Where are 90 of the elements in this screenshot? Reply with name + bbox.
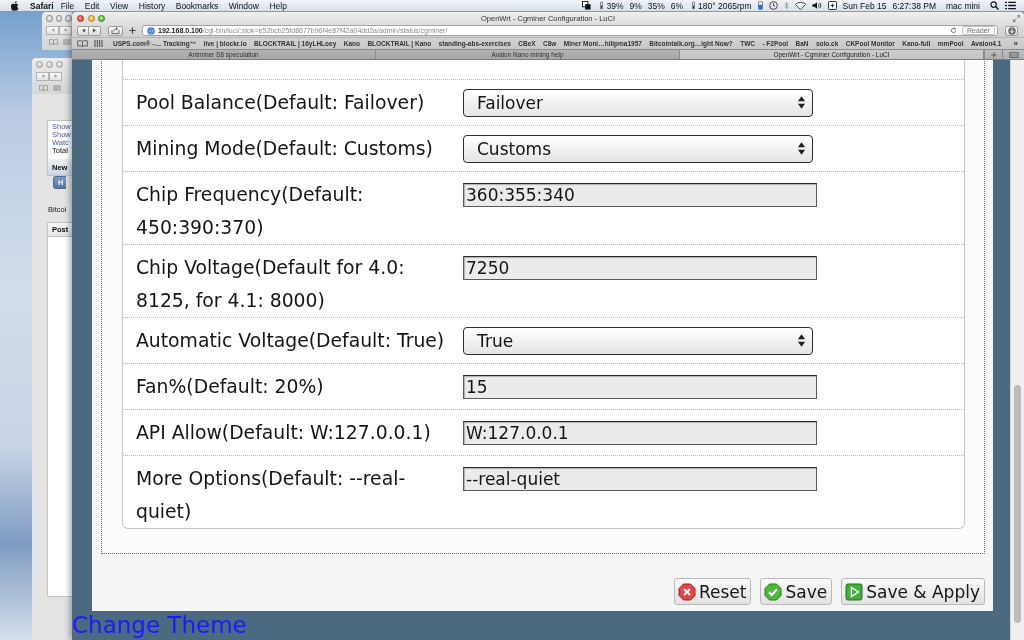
field-label: Chip Voltage(Default for 4.0: 8125, for 4.1: 8000) bbox=[136, 256, 406, 313]
status-reading[interactable]: 6% bbox=[670, 0, 684, 11]
menu-item[interactable]: Edit bbox=[84, 0, 100, 11]
plus-square-icon[interactable] bbox=[827, 1, 837, 10]
globe-icon bbox=[147, 26, 155, 35]
scroll-thumb[interactable] bbox=[1014, 385, 1021, 623]
field-label: More Options(Default: --real-quiet) bbox=[136, 467, 407, 524]
reload-icon[interactable] bbox=[950, 27, 958, 34]
tab-overview-button[interactable] bbox=[1002, 50, 1024, 59]
status-reading[interactable]: 9% bbox=[629, 0, 642, 11]
field-label: Chip Frequency(Default: 450:390:370) bbox=[136, 183, 365, 240]
downloads-button[interactable] bbox=[1005, 25, 1018, 36]
close-button[interactable] bbox=[36, 60, 43, 68]
reset-button[interactable]: Reset bbox=[673, 578, 752, 605]
field-label: Fan%(Default: 20%) bbox=[136, 375, 325, 399]
dropdown[interactable]: True bbox=[463, 326, 813, 355]
user-name[interactable]: mac mini bbox=[946, 0, 980, 11]
back-button[interactable] bbox=[77, 25, 89, 36]
overlapping-squares-icon[interactable] bbox=[582, 1, 592, 10]
text-field[interactable]: 7250 bbox=[463, 255, 817, 280]
up-down-arrows-icon bbox=[797, 141, 806, 156]
forward-button[interactable] bbox=[59, 25, 72, 35]
grid-icon[interactable] bbox=[94, 40, 103, 47]
forward-arrow-icon bbox=[63, 28, 68, 32]
close-button[interactable] bbox=[46, 14, 53, 22]
meter-icon[interactable] bbox=[600, 1, 604, 10]
menu-item[interactable]: Bookmarks bbox=[175, 0, 219, 11]
back-arrow-icon bbox=[50, 28, 55, 32]
share-icon bbox=[111, 27, 120, 34]
list-icon[interactable] bbox=[1005, 1, 1016, 10]
status-reading[interactable]: 39% bbox=[606, 0, 624, 11]
check-mark-icon bbox=[764, 582, 783, 601]
field-label: API Allow(Default: W:127.0.0.1) bbox=[136, 421, 432, 445]
back-arrow-icon bbox=[40, 74, 45, 78]
share-button[interactable] bbox=[108, 25, 123, 36]
back-arrow-icon bbox=[80, 28, 86, 33]
up-down-arrows-icon bbox=[797, 95, 806, 110]
plus-icon bbox=[129, 27, 136, 34]
forward-arrow-icon bbox=[92, 28, 97, 33]
search-icon[interactable] bbox=[990, 1, 999, 10]
more-bookmarks-button[interactable]: » bbox=[1013, 39, 1018, 48]
forward-button[interactable] bbox=[89, 25, 101, 36]
clock-date[interactable]: Sun Feb 15 bbox=[842, 0, 887, 11]
minimize-button[interactable] bbox=[55, 14, 63, 22]
save-button[interactable]: Save bbox=[760, 578, 833, 605]
speaker-icon[interactable] bbox=[811, 1, 822, 10]
field-label: Mining Mode(Default: Customs) bbox=[136, 137, 434, 161]
book-icon[interactable] bbox=[49, 39, 58, 45]
menu-item[interactable]: View bbox=[110, 0, 129, 11]
clock-time[interactable]: 6:27:38 PM bbox=[892, 0, 936, 11]
scrollbar[interactable] bbox=[1010, 60, 1024, 640]
field-label: Automatic Voltage(Default: True) bbox=[136, 329, 446, 353]
book-icon[interactable] bbox=[77, 40, 88, 47]
menu-item[interactable]: File bbox=[60, 0, 75, 11]
x-mark-icon bbox=[677, 582, 696, 601]
minimize-button[interactable] bbox=[87, 14, 95, 22]
play-icon bbox=[845, 582, 864, 601]
download-icon bbox=[1007, 26, 1016, 35]
add-bookmark-button[interactable] bbox=[128, 25, 137, 36]
menu-item[interactable]: Window bbox=[228, 0, 259, 11]
meter-icon[interactable] bbox=[692, 1, 696, 10]
clock-icon[interactable] bbox=[768, 1, 778, 10]
zoom-button[interactable] bbox=[98, 14, 105, 22]
level-bar-icon[interactable] bbox=[757, 1, 763, 10]
field-label: Pool Balance(Default: Failover) bbox=[136, 91, 426, 115]
zoom-button[interactable] bbox=[56, 60, 63, 68]
dropdown[interactable]: Failover bbox=[463, 88, 813, 117]
forward-arrow-icon bbox=[53, 74, 58, 78]
status-reading[interactable]: 35% bbox=[647, 0, 665, 11]
apply-button[interactable]: Save & Apply bbox=[841, 578, 985, 605]
close-button[interactable] bbox=[77, 14, 84, 22]
menu-item[interactable]: Help bbox=[269, 0, 287, 11]
fullscreen-icon[interactable] bbox=[1013, 14, 1020, 22]
app-menu[interactable]: Safari bbox=[30, 0, 54, 11]
window-icon bbox=[1008, 51, 1019, 58]
up-down-arrows-icon bbox=[797, 333, 806, 348]
minimize-button[interactable] bbox=[46, 60, 53, 68]
new-tab-button[interactable] bbox=[984, 50, 1002, 59]
status-reading[interactable]: 180° 2065rpm bbox=[698, 0, 752, 11]
dropdown[interactable]: Customs bbox=[463, 134, 813, 163]
text-field[interactable]: 360:355:340 bbox=[463, 182, 817, 207]
plus-icon bbox=[990, 51, 997, 58]
text-field[interactable]: 15 bbox=[463, 374, 817, 399]
wifi-icon[interactable] bbox=[794, 1, 806, 10]
bluetooth-icon[interactable] bbox=[783, 1, 789, 10]
apple-icon[interactable] bbox=[11, 0, 19, 11]
text-field[interactable]: W:127.0.0.1 bbox=[463, 420, 817, 445]
text-field[interactable]: --real-quiet bbox=[463, 466, 817, 491]
menu-item[interactable]: History bbox=[138, 0, 166, 11]
book-icon[interactable] bbox=[39, 85, 48, 91]
